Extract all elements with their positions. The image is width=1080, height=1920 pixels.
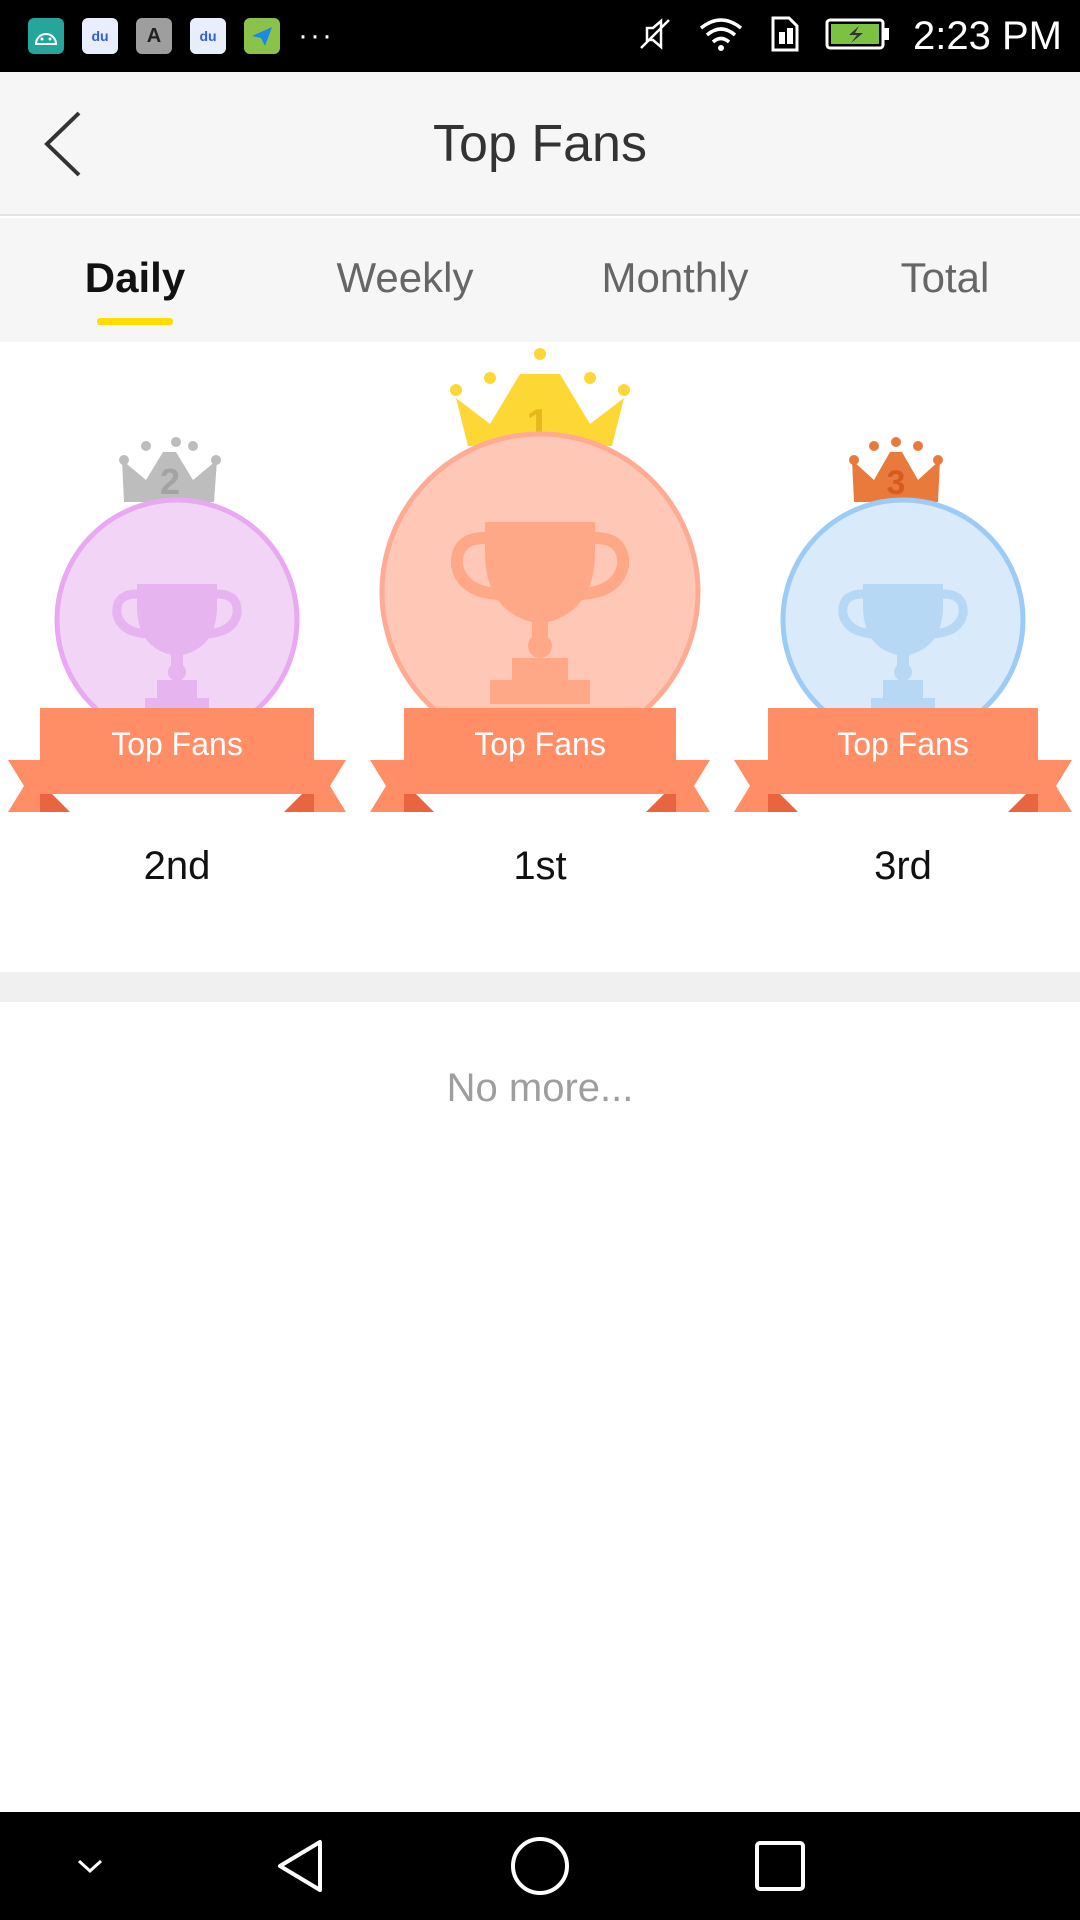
podium-first-place[interactable]: 1 Top Fans 1st xyxy=(360,342,720,962)
ribbon-text: Top Fans xyxy=(111,726,243,762)
period-tabs: Daily Weekly Monthly Total xyxy=(0,218,1080,342)
tab-weekly[interactable]: Weekly xyxy=(270,218,540,342)
rank-label-1st: 1st xyxy=(513,844,567,888)
battery-icon xyxy=(825,16,891,57)
baidu-icon: du xyxy=(82,18,118,54)
triangle-back-icon xyxy=(278,1840,322,1892)
crown-icon: 2 xyxy=(119,437,221,502)
page-title: Top Fans xyxy=(433,115,647,173)
chevron-down-icon xyxy=(77,1859,103,1874)
circle-home-icon xyxy=(511,1837,569,1895)
android-icon xyxy=(28,18,64,54)
section-divider xyxy=(0,972,1080,1002)
active-tab-indicator xyxy=(97,318,173,325)
podium-third-place[interactable]: 3 Top Fans 3rd xyxy=(720,342,1080,962)
square-recents-icon xyxy=(755,1841,805,1891)
overflow-dots: ··· xyxy=(298,19,334,52)
tab-total[interactable]: Total xyxy=(810,218,1080,342)
tab-monthly[interactable]: Monthly xyxy=(540,218,810,342)
paper-plane-icon xyxy=(244,18,280,54)
podium-second-place[interactable]: 2 Top Fans 2nd xyxy=(0,342,360,962)
nav-recents-button[interactable] xyxy=(740,1812,820,1920)
podium: 2 Top Fans 2nd 1 Top Fans 1st 3 Top Fans… xyxy=(0,342,1080,972)
status-bar: du A du ··· 2:23 PM xyxy=(0,0,1080,72)
system-icons: 2:23 PM xyxy=(635,10,1062,62)
wifi-icon xyxy=(697,14,745,59)
list-end-message: No more... xyxy=(446,1066,634,1110)
app-header: Top Fans xyxy=(0,72,1080,216)
ribbon-text: Top Fans xyxy=(837,726,969,762)
nav-back-button[interactable] xyxy=(260,1812,340,1920)
crown-number: 3 xyxy=(887,464,906,502)
rank-label-3rd: 3rd xyxy=(874,844,932,888)
mute-icon xyxy=(635,14,675,59)
clock: 2:23 PM xyxy=(913,13,1062,58)
rank-label-2nd: 2nd xyxy=(143,844,211,888)
crown-number: 2 xyxy=(160,461,180,502)
ribbon-text: Top Fans xyxy=(474,726,606,762)
hide-keyboard-button[interactable] xyxy=(60,1812,120,1920)
notification-icons: du A du ··· xyxy=(28,18,334,54)
font-icon: A xyxy=(136,18,172,54)
crown-icon: 3 xyxy=(849,437,943,502)
system-nav-bar xyxy=(0,1812,1080,1920)
nav-home-button[interactable] xyxy=(500,1812,580,1920)
baidu-icon: du xyxy=(190,18,226,54)
sim-icon xyxy=(767,14,803,59)
